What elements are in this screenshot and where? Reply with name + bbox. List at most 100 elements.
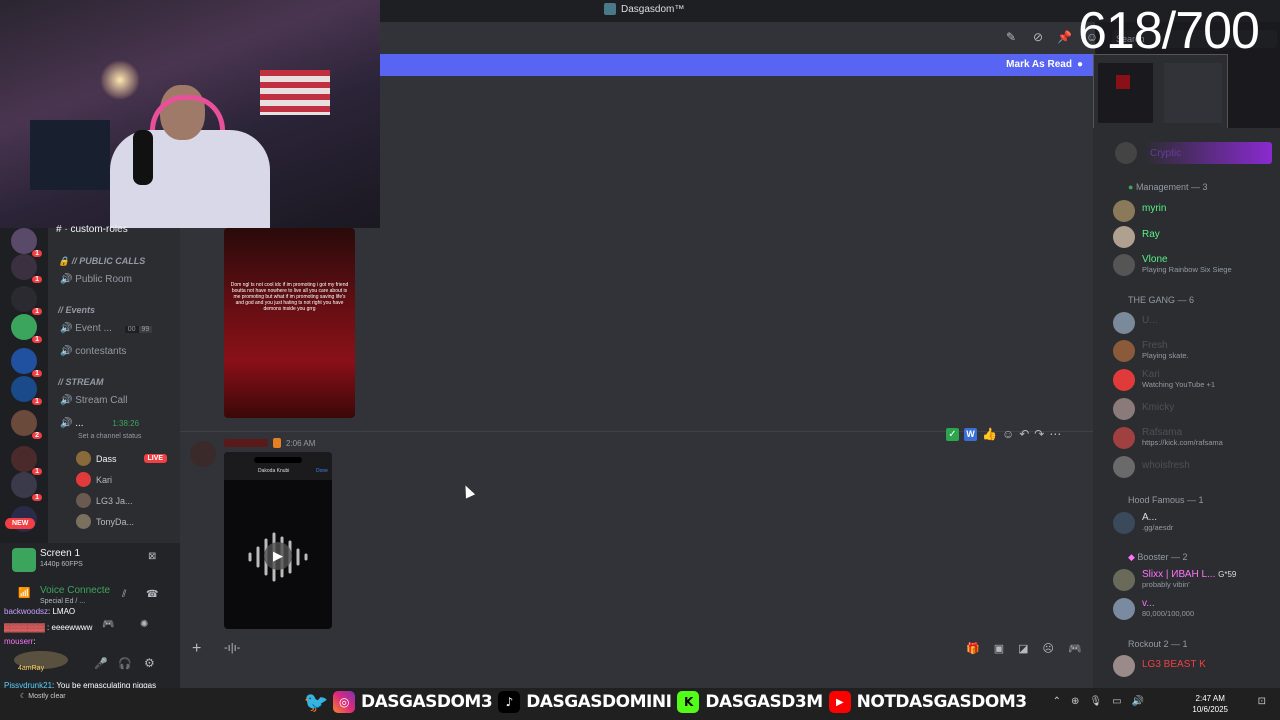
server-icon-3[interactable]: 1 — [11, 286, 42, 315]
voice-user[interactable]: LG3 Ja... — [76, 493, 133, 508]
status-dot-icon: ● — [1128, 182, 1136, 192]
emoji-icon[interactable]: ☹ — [1043, 642, 1054, 655]
sticker-icon[interactable]: ◪ — [1018, 642, 1028, 655]
channel-contestants[interactable]: 🔊 contestants — [60, 346, 126, 357]
settings-gear-icon[interactable]: ⚙ — [144, 656, 155, 670]
voice-user[interactable]: TonyDa... — [76, 514, 134, 529]
gamepad-icon[interactable]: 🎮 — [102, 619, 114, 630]
video-attachment[interactable]: Dakoda Knubi Done ▶ — [224, 452, 332, 629]
member-item[interactable]: Rafsama https://kick.com/rafsama — [1113, 427, 1223, 449]
clock[interactable]: 2:47 AM 10/6/2025 — [1192, 693, 1228, 715]
server-icon-1[interactable]: 1 — [11, 228, 42, 257]
new-messages-bar[interactable]: Mark As Read ● — [380, 54, 1093, 76]
member-item[interactable]: v... 80,000/100,000 — [1113, 598, 1194, 620]
set-status-link[interactable]: Set a channel status — [78, 433, 141, 440]
member-item[interactable]: Kmicky — [1113, 398, 1174, 420]
weather-widget[interactable]: ☾ Mostly clear — [20, 692, 66, 700]
member-category: Hood Famous — 1 — [1128, 495, 1204, 505]
member-item[interactable]: U... — [1113, 312, 1158, 334]
avatar — [76, 472, 91, 487]
member-item[interactable]: Ray — [1113, 226, 1160, 248]
channel-current[interactable]: # · custom-roles — [56, 224, 128, 235]
server-icon-2[interactable]: 1 — [11, 254, 42, 283]
member-item[interactable]: A... .gg/aesdr — [1113, 512, 1173, 534]
preview-chat — [1164, 63, 1222, 123]
play-icon[interactable]: ▶ — [264, 542, 292, 570]
add-attachment-icon[interactable]: + — [192, 640, 201, 658]
social-handle: NOTDASGASDOM3 — [856, 692, 1027, 712]
voice-status[interactable]: Voice Connecte — [40, 585, 110, 596]
channel-active[interactable]: 🔊 ... 1:38:26 — [60, 418, 139, 429]
username-redacted[interactable] — [224, 439, 268, 447]
dynamic-island — [254, 457, 302, 463]
threads-icon[interactable]: ✎ — [1004, 30, 1018, 44]
w-reaction-icon[interactable]: W — [964, 427, 977, 441]
server-icon-9[interactable]: 1 — [11, 472, 42, 501]
avatar[interactable] — [190, 441, 216, 467]
gift-icon[interactable]: 🎁 — [966, 642, 980, 655]
network-icon[interactable]: ⊕ — [1071, 696, 1079, 707]
contact-name: Dakoda Knubi — [258, 468, 290, 474]
gif-icon[interactable]: ▣ — [994, 642, 1004, 655]
notification-icon[interactable]: ⊡ — [1258, 696, 1266, 707]
thumbs-up-icon[interactable]: 👍 — [982, 427, 997, 441]
volume-icon[interactable]: 🔊 — [1132, 696, 1144, 707]
member-item[interactable]: Kari Watching YouTube +1 — [1113, 369, 1215, 391]
category-stream[interactable]: // STREAM — [58, 377, 104, 387]
avatar — [1113, 427, 1135, 449]
booster-icon: ◆ — [1128, 552, 1138, 562]
server-icon-6[interactable]: 1 — [11, 376, 42, 405]
reply-icon[interactable]: ↶ — [1019, 427, 1029, 441]
channel-public-room[interactable]: 🔊 Public Room — [60, 274, 132, 285]
stop-stream-icon[interactable]: ⊠ — [148, 551, 156, 562]
server-list: 1 1 1 1 1 1 2 1 1 — [0, 228, 48, 548]
voice-user[interactable]: Kari — [76, 472, 112, 487]
activities-icon[interactable]: 🎮 — [1068, 642, 1082, 655]
noise-suppression-icon[interactable]: ⫽ — [122, 589, 126, 600]
member-item[interactable]: LG3 BEAST K — [1113, 655, 1206, 677]
member-item[interactable]: Slixx | ИВАН L... G*59 probably vibin' — [1113, 569, 1236, 591]
mute-notifications-icon[interactable]: ⊘ — [1031, 30, 1045, 44]
avatar — [1113, 254, 1135, 276]
soundboard-icon[interactable]: ✺ — [140, 619, 148, 630]
chevron-up-icon[interactable]: ⌃ — [1053, 696, 1061, 707]
disconnect-icon[interactable]: ☎ — [146, 589, 158, 600]
mic-icon[interactable]: 🎙 — [1089, 696, 1102, 707]
server-icon-4[interactable]: 1 — [11, 314, 42, 343]
speaker-icon: 🔊 — [60, 418, 76, 429]
member-item[interactable]: Cryptic — [1115, 142, 1272, 164]
avatar — [1113, 369, 1135, 391]
mark-as-read-button[interactable]: Mark As Read ● — [1006, 59, 1083, 70]
channel-stream-call[interactable]: 🔊 Stream Call — [60, 395, 127, 406]
server-icon-7[interactable]: 2 — [11, 410, 42, 439]
member-item[interactable]: myrin — [1113, 200, 1166, 222]
member-item[interactable]: whoisfresh — [1113, 456, 1190, 478]
member-category: Rockout 2 — 1 — [1128, 639, 1188, 649]
check-reaction-icon[interactable]: ✓ — [946, 427, 959, 441]
server-icon-8[interactable]: 1 — [11, 446, 42, 475]
voice-user[interactable]: Dass LIVE — [76, 451, 168, 466]
mic-icon[interactable]: 🎤 — [94, 657, 108, 670]
app-launcher-icon[interactable]: -ı|ı- — [224, 642, 240, 654]
category-events[interactable]: // Events — [58, 305, 95, 315]
more-icon[interactable]: ⋯ — [1049, 427, 1061, 441]
attachment-image[interactable]: Dom ngl ts not cool idc if im promoting … — [224, 228, 355, 418]
member-item[interactable]: Fresh Playing skate. — [1113, 340, 1189, 362]
category-public-calls[interactable]: 🔒 // PUBLIC CALLS — [58, 256, 145, 267]
hash-icon: # · — [56, 224, 71, 235]
avatar — [1113, 312, 1135, 334]
add-reaction-icon[interactable]: ☺ — [1002, 427, 1014, 441]
voice-channel[interactable]: Special Ed / ... — [40, 598, 85, 605]
channel-event[interactable]: 🔊 Event ... 00 99 — [60, 323, 153, 334]
pin-icon[interactable]: 📌 — [1057, 30, 1072, 44]
new-servers-pill[interactable]: NEW — [5, 518, 36, 529]
forward-icon[interactable]: ↷ — [1034, 427, 1044, 441]
instagram-icon: ◎ — [333, 691, 355, 713]
display-icon[interactable]: ▭ — [1112, 696, 1121, 707]
headphones-icon[interactable]: 🎧 — [118, 657, 132, 670]
member-item[interactable]: Vlone Playing Rainbow Six Siege — [1113, 254, 1232, 276]
avatar — [1113, 512, 1135, 534]
mark-as-read-label: Mark As Read — [1006, 59, 1072, 70]
message-timestamp: 2:06 AM — [286, 438, 316, 448]
server-icon-5[interactable]: 1 — [11, 348, 42, 377]
